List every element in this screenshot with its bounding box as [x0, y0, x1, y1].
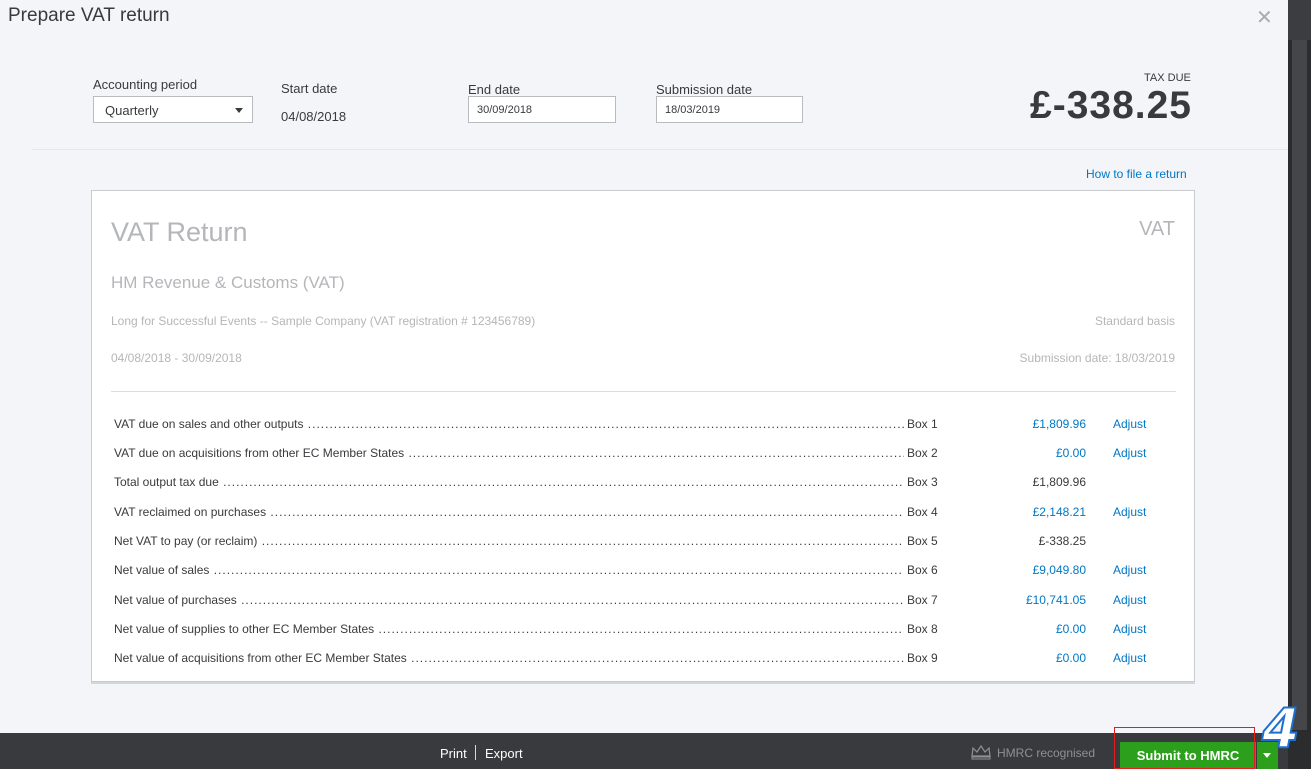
vat-box-row: Net value of salesBox 6 £9,049.80 Adjust — [114, 563, 1174, 583]
vat-box-row: VAT reclaimed on purchasesBox 4 £2,148.21… — [114, 505, 1174, 525]
vat-box-number: Box 6 — [907, 563, 938, 577]
report-submission-date: Submission date: 18/03/2019 — [1019, 351, 1175, 365]
divider — [32, 149, 1288, 150]
tax-due-amount: £-338.25 — [1030, 84, 1192, 127]
vat-box-row: Net VAT to pay (or reclaim)Box 5 £-338.25 — [114, 534, 1174, 554]
vat-box-amount[interactable]: £1,809.96 — [994, 417, 1086, 431]
adjust-link[interactable]: Adjust — [1113, 446, 1146, 460]
vat-box-description: VAT due on sales and other outputs — [114, 417, 904, 431]
vat-box-description: Net value of acquisitions from other EC … — [114, 651, 904, 665]
vat-box-number: Box 3 — [907, 475, 938, 489]
vat-box-description: Total output tax due — [114, 475, 904, 489]
vat-box-row: Net value of supplies to other EC Member… — [114, 622, 1174, 642]
how-to-file-link[interactable]: How to file a return — [1086, 167, 1187, 181]
export-button[interactable]: Export — [485, 746, 523, 761]
step-number-badge: 4 — [1261, 697, 1301, 760]
accounting-period-select[interactable]: Quarterly — [93, 96, 253, 123]
vat-box-amount: £-338.25 — [1038, 534, 1086, 548]
adjust-link[interactable]: Adjust — [1113, 505, 1146, 519]
vat-box-description: Net value of sales — [114, 563, 904, 577]
vat-report: VAT Return VAT HM Revenue & Customs (VAT… — [91, 190, 1195, 682]
report-subtitle: HM Revenue & Customs (VAT) — [111, 273, 345, 292]
vat-box-row: VAT due on acquisitions from other EC Me… — [114, 446, 1174, 466]
close-icon[interactable]: ✕ — [1256, 5, 1273, 30]
vat-box-number: Box 1 — [907, 417, 938, 431]
crown-icon — [971, 744, 991, 760]
report-date-range: 04/08/2018 - 30/09/2018 — [111, 351, 242, 365]
vat-box-number: Box 2 — [907, 446, 938, 460]
highlight-box — [1114, 727, 1255, 769]
vat-box-amount[interactable]: £9,049.80 — [994, 563, 1086, 577]
vat-box-row: Total output tax dueBox 3 £1,809.96 — [114, 475, 1174, 495]
chevron-down-icon — [235, 108, 243, 113]
hmrc-recognised-label: HMRC recognised — [997, 746, 1096, 760]
submission-date-field[interactable]: 18/03/2019 — [656, 96, 803, 123]
report-title: VAT Return — [111, 217, 248, 247]
vat-box-number: Box 5 — [907, 534, 938, 548]
accounting-period-label: Accounting period — [93, 77, 198, 92]
adjust-link[interactable]: Adjust — [1113, 563, 1146, 577]
vat-box-number: Box 4 — [907, 505, 938, 519]
vat-box-amount[interactable]: £0.00 — [994, 622, 1086, 636]
adjust-link[interactable]: Adjust — [1113, 622, 1146, 636]
vat-box-amount[interactable]: £0.00 — [994, 651, 1086, 665]
adjust-link[interactable]: Adjust — [1113, 593, 1146, 607]
footer-bar: Print Export HMRC recognised Submit to H… — [0, 733, 1288, 769]
start-date-label: Start date — [281, 81, 338, 96]
scrollbar[interactable] — [1292, 40, 1307, 730]
vat-box-amount[interactable]: £2,148.21 — [994, 505, 1086, 519]
vat-box-number: Box 9 — [907, 651, 938, 665]
prepare-vat-dialog: Prepare VAT return ✕ Accounting period Q… — [0, 0, 1288, 733]
vat-box-amount: £1,809.96 — [1032, 475, 1086, 489]
report-divider — [111, 391, 1176, 392]
vat-box-number: Box 8 — [907, 622, 938, 636]
vat-box-description: Net VAT to pay (or reclaim) — [114, 534, 904, 548]
vat-box-description: Net value of supplies to other EC Member… — [114, 622, 904, 636]
vat-box-description: VAT due on acquisitions from other EC Me… — [114, 446, 904, 460]
vat-box-row: VAT due on sales and other outputsBox 1 £… — [114, 417, 1174, 437]
vat-box-description: VAT reclaimed on purchases — [114, 505, 904, 519]
background-panel — [1288, 0, 1311, 40]
adjust-link[interactable]: Adjust — [1113, 417, 1146, 431]
adjust-link[interactable]: Adjust — [1113, 651, 1146, 665]
submission-date-label: Submission date — [656, 82, 753, 97]
tax-due-label: TAX DUE — [1144, 72, 1191, 84]
end-date-label: End date — [468, 82, 521, 97]
footer-separator — [475, 745, 476, 760]
vat-box-row: Net value of acquisitions from other EC … — [114, 651, 1174, 671]
vat-box-amount[interactable]: £0.00 — [994, 446, 1086, 460]
end-date-field[interactable]: 30/09/2018 — [468, 96, 616, 123]
report-company: Long for Successful Events -- Sample Com… — [111, 314, 536, 328]
print-button[interactable]: Print — [440, 746, 467, 761]
vat-box-description: Net value of purchases — [114, 593, 904, 607]
dialog-title: Prepare VAT return — [8, 5, 170, 26]
vat-box-row: Net value of purchasesBox 7 £10,741.05 Adj… — [114, 593, 1174, 613]
report-basis: Standard basis — [1094, 314, 1175, 328]
vat-box-number: Box 7 — [907, 593, 938, 607]
background-strip — [1288, 0, 1311, 769]
start-date-value: 04/08/2018 — [281, 109, 347, 124]
report-tag: VAT — [1139, 218, 1175, 240]
accounting-period-value: Quarterly — [105, 103, 159, 118]
vat-box-amount[interactable]: £10,741.05 — [994, 593, 1086, 607]
